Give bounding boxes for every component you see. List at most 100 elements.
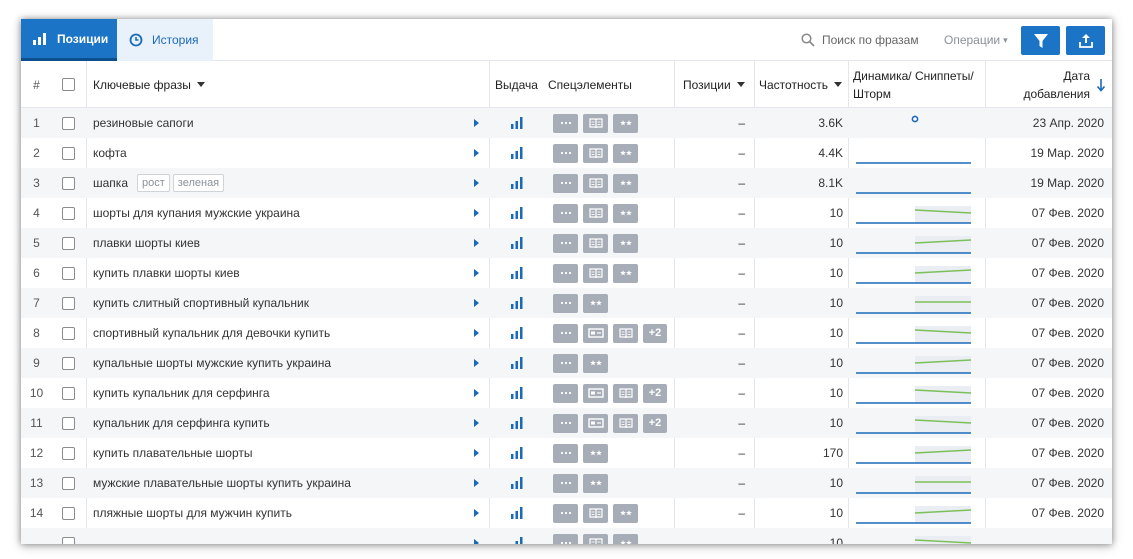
column-positions[interactable]: Позиции: [683, 61, 745, 108]
more-dots-icon[interactable]: [553, 113, 578, 133]
row-checkbox[interactable]: [62, 258, 75, 288]
expand-arrow-icon[interactable]: [474, 138, 482, 168]
filter-button[interactable]: [1021, 26, 1060, 55]
keyword-phrase[interactable]: плавки шорты киев: [93, 228, 200, 258]
more-elements-badge[interactable]: +2: [643, 383, 667, 403]
expand-arrow-icon[interactable]: [474, 318, 482, 348]
more-dots-icon[interactable]: [553, 293, 578, 313]
knowledge-panel-icon[interactable]: [583, 323, 608, 343]
more-dots-icon[interactable]: [553, 533, 578, 544]
book-icon[interactable]: [583, 263, 608, 283]
serp-bar-chart-icon[interactable]: [510, 528, 524, 544]
stars-icon[interactable]: [613, 113, 638, 133]
expand-arrow-icon[interactable]: [474, 408, 482, 438]
keyword-phrase[interactable]: пляжные шорты для мужчин купить: [93, 498, 292, 528]
more-dots-icon[interactable]: [553, 383, 578, 403]
row-checkbox[interactable]: [62, 408, 75, 438]
book-icon[interactable]: [583, 533, 608, 544]
book-icon[interactable]: [613, 383, 638, 403]
more-dots-icon[interactable]: [553, 233, 578, 253]
serp-bar-chart-icon[interactable]: [510, 318, 524, 348]
keyword-phrase[interactable]: купить слитный спортивный купальник: [93, 288, 309, 318]
serp-bar-chart-icon[interactable]: [510, 138, 524, 168]
expand-arrow-icon[interactable]: [474, 228, 482, 258]
book-icon[interactable]: [613, 323, 638, 343]
row-checkbox[interactable]: [62, 168, 75, 198]
keyword-phrase[interactable]: купить купальник для серфинга: [93, 378, 270, 408]
serp-bar-chart-icon[interactable]: [510, 498, 524, 528]
more-dots-icon[interactable]: [553, 413, 578, 433]
more-dots-icon[interactable]: [553, 203, 578, 223]
dynamics-sparkline[interactable]: [853, 498, 983, 528]
book-icon[interactable]: [583, 113, 608, 133]
row-checkbox[interactable]: [62, 498, 75, 528]
keyword-phrase[interactable]: купальные шорты мужские купить украина: [93, 348, 331, 378]
expand-arrow-icon[interactable]: [474, 198, 482, 228]
stars-icon[interactable]: [613, 263, 638, 283]
more-dots-icon[interactable]: [553, 443, 578, 463]
serp-bar-chart-icon[interactable]: [510, 228, 524, 258]
row-checkbox[interactable]: [62, 528, 75, 544]
dynamics-sparkline[interactable]: [853, 378, 983, 408]
more-dots-icon[interactable]: [553, 473, 578, 493]
row-checkbox[interactable]: [62, 318, 75, 348]
stars-icon[interactable]: [583, 293, 608, 313]
serp-bar-chart-icon[interactable]: [510, 438, 524, 468]
more-elements-badge[interactable]: +2: [643, 323, 667, 343]
row-checkbox[interactable]: [62, 378, 75, 408]
book-icon[interactable]: [583, 503, 608, 523]
more-dots-icon[interactable]: [553, 503, 578, 523]
serp-bar-chart-icon[interactable]: [510, 258, 524, 288]
expand-arrow-icon[interactable]: [474, 438, 482, 468]
more-dots-icon[interactable]: [553, 323, 578, 343]
keyword-phrase[interactable]: резиновые сапоги: [93, 108, 194, 138]
row-checkbox[interactable]: [62, 288, 75, 318]
expand-arrow-icon[interactable]: [474, 108, 482, 138]
keyword-phrase[interactable]: купить плавательные шорты: [93, 438, 252, 468]
stars-icon[interactable]: [583, 473, 608, 493]
phrase-search[interactable]: Поиск по фразам: [801, 19, 919, 61]
serp-bar-chart-icon[interactable]: [510, 408, 524, 438]
more-dots-icon[interactable]: [553, 143, 578, 163]
row-checkbox[interactable]: [62, 438, 75, 468]
stars-icon[interactable]: [613, 173, 638, 193]
column-phrases[interactable]: Ключевые фразы: [93, 61, 205, 108]
row-checkbox[interactable]: [62, 198, 75, 228]
phrase-tag[interactable]: зеленая: [172, 174, 225, 192]
keyword-phrase[interactable]: кофта: [93, 138, 127, 168]
row-checkbox[interactable]: [62, 348, 75, 378]
serp-bar-chart-icon[interactable]: [510, 378, 524, 408]
dynamics-sparkline[interactable]: [853, 468, 983, 498]
serp-bar-chart-icon[interactable]: [510, 168, 524, 198]
expand-arrow-icon[interactable]: [474, 348, 482, 378]
keyword-phrase[interactable]: спортивный купальник для девочки купить: [93, 318, 330, 348]
stars-icon[interactable]: [583, 443, 608, 463]
dynamics-sparkline[interactable]: [853, 318, 983, 348]
expand-arrow-icon[interactable]: [474, 528, 482, 544]
expand-arrow-icon[interactable]: [474, 168, 482, 198]
expand-arrow-icon[interactable]: [474, 258, 482, 288]
stars-icon[interactable]: [583, 353, 608, 373]
book-icon[interactable]: [583, 143, 608, 163]
more-dots-icon[interactable]: [553, 173, 578, 193]
serp-bar-chart-icon[interactable]: [510, 468, 524, 498]
tab-history[interactable]: История: [117, 19, 213, 61]
keyword-phrase[interactable]: купить плавки шорты киев: [93, 258, 240, 288]
book-icon[interactable]: [583, 173, 608, 193]
keyword-phrase[interactable]: шапка рост зеленая: [93, 168, 225, 198]
dynamics-sparkline[interactable]: [853, 108, 983, 138]
knowledge-panel-icon[interactable]: [583, 383, 608, 403]
expand-arrow-icon[interactable]: [474, 378, 482, 408]
book-icon[interactable]: [583, 203, 608, 223]
dynamics-sparkline[interactable]: [853, 198, 983, 228]
dynamics-sparkline[interactable]: [853, 408, 983, 438]
dynamics-sparkline[interactable]: [853, 348, 983, 378]
keyword-phrase[interactable]: шорты для купания мужские украина: [93, 198, 300, 228]
more-dots-icon[interactable]: [553, 353, 578, 373]
select-all-checkbox[interactable]: [62, 61, 75, 108]
knowledge-panel-icon[interactable]: [583, 413, 608, 433]
book-icon[interactable]: [583, 233, 608, 253]
operations-dropdown[interactable]: Операции ▾: [944, 19, 1008, 61]
dynamics-sparkline[interactable]: [853, 288, 983, 318]
stars-icon[interactable]: [613, 533, 638, 544]
